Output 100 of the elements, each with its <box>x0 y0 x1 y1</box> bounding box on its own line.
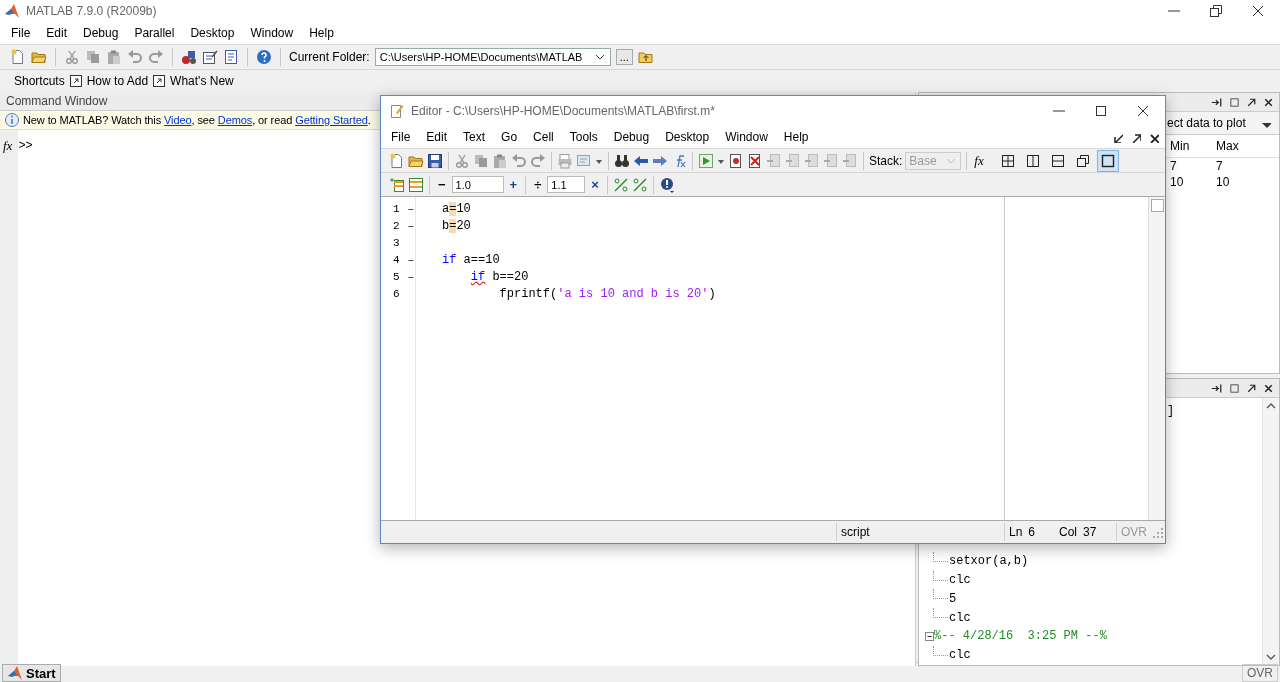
blocks-icon[interactable] <box>181 49 197 65</box>
close-icon[interactable] <box>1135 103 1151 119</box>
session-header[interactable]: %-- 4/28/16 3:25 PM --% <box>934 629 1107 644</box>
menu-item[interactable]: File <box>3 26 39 40</box>
info-icon <box>4 112 20 128</box>
menu-item[interactable]: Debug <box>75 26 127 40</box>
divide-button[interactable]: ÷ <box>531 177 545 192</box>
function-browser-button[interactable]: fx <box>3 138 13 154</box>
clear-breakpoint-icon[interactable] <box>747 152 763 169</box>
value-field[interactable]: 1.1 <box>547 176 586 193</box>
print-icon[interactable] <box>557 152 573 169</box>
menu-item[interactable]: Cell <box>525 130 562 144</box>
dock-icon[interactable] <box>1111 131 1123 143</box>
layout-single-icon[interactable] <box>1096 149 1119 172</box>
history-entry[interactable]: clc <box>949 573 971 587</box>
new-file-icon[interactable] <box>389 152 405 169</box>
scrollbar[interactable] <box>1148 197 1165 520</box>
start-button[interactable]: Start <box>2 664 61 682</box>
decrement-button[interactable]: − <box>435 177 449 192</box>
browse-button[interactable]: ... <box>615 49 633 65</box>
menu-item[interactable]: Parallel <box>126 26 183 40</box>
copy-icon[interactable] <box>85 49 101 65</box>
copy-icon[interactable] <box>473 152 489 169</box>
menu-item[interactable]: Help <box>775 130 817 144</box>
menu-item[interactable]: Edit <box>418 130 456 144</box>
menu-item[interactable]: Edit <box>38 26 76 40</box>
menu-item[interactable]: Desktop <box>657 130 718 144</box>
percent-icon[interactable] <box>631 176 648 193</box>
menu-item[interactable]: Text <box>455 130 494 144</box>
file-type: script <box>836 523 1004 541</box>
current-folder-field[interactable]: C:\Users\HP-HOME\Documents\MATLAB <box>374 48 611 66</box>
cut-icon[interactable] <box>64 49 80 65</box>
table-cell-text: 7 <box>1170 159 1178 173</box>
history-entry[interactable]: setxor(a,b) <box>949 554 1029 569</box>
percent-icon[interactable] <box>612 176 629 193</box>
history-entry[interactable]: clc <box>949 610 971 625</box>
scrollbar[interactable] <box>1262 398 1279 665</box>
menu-item[interactable]: Window <box>717 130 776 144</box>
table-cell-text: 10 <box>1216 175 1231 189</box>
breakpoint-marker[interactable]: – <box>407 270 415 283</box>
line-value: 6 <box>1028 525 1036 539</box>
menu-item[interactable]: Help <box>301 26 342 40</box>
undo-icon[interactable] <box>127 49 143 65</box>
history-entry[interactable]: 5 <box>949 591 957 606</box>
code-line: fprintf('a is 10 and b is 20') <box>499 286 716 301</box>
shortcut-icon[interactable] <box>68 74 83 88</box>
menu-item[interactable]: Go <box>493 130 526 144</box>
shortcut-link[interactable]: What's New <box>170 74 234 88</box>
breakpoint-marker[interactable]: – <box>407 253 415 266</box>
editor-document-icon <box>389 103 405 119</box>
value-field[interactable]: 1.0 <box>451 176 504 193</box>
notice-text: , or read <box>252 114 294 126</box>
multiply-button[interactable]: × <box>588 177 602 192</box>
undo-icon[interactable] <box>511 152 527 169</box>
set-breakpoint-icon[interactable] <box>728 152 744 169</box>
form-icon[interactable] <box>202 49 218 65</box>
code-line: b=20 <box>442 218 471 233</box>
insert-cell-icon[interactable] <box>389 176 405 193</box>
maximize-icon[interactable] <box>1093 103 1109 119</box>
paste-icon[interactable] <box>492 152 508 169</box>
increment-button[interactable]: + <box>506 177 521 192</box>
line-number: 6 <box>393 287 400 300</box>
function-browser-button[interactable]: fx <box>974 152 984 169</box>
column-header[interactable]: Max <box>1216 139 1266 153</box>
history-entry[interactable]: ] <box>1167 404 1175 419</box>
redo-icon[interactable] <box>530 152 546 169</box>
editor-title: Editor - C:\Users\HP-HOME\Documents\MATLAB\first.m* <box>411 104 716 118</box>
run-icon[interactable] <box>698 152 714 169</box>
dock-in-icon[interactable] <box>1211 95 1224 109</box>
menu-item[interactable]: Tools <box>561 130 606 144</box>
paste-icon[interactable] <box>106 49 122 65</box>
menu-item[interactable]: Desktop <box>182 26 243 40</box>
shortcut-icon[interactable] <box>152 74 167 88</box>
menu-item[interactable]: Debug <box>605 130 658 144</box>
save-icon[interactable] <box>427 152 443 169</box>
close-icon[interactable] <box>1147 131 1159 143</box>
dock-in-icon[interactable] <box>1211 381 1224 395</box>
close-icon[interactable] <box>1250 3 1266 19</box>
menu-item[interactable]: File <box>383 130 419 144</box>
document-icon[interactable] <box>223 49 239 65</box>
restore-icon[interactable] <box>1208 3 1224 19</box>
shortcut-link[interactable]: How to Add <box>86 74 149 88</box>
breakpoint-marker[interactable]: – <box>407 219 415 232</box>
history-entry[interactable]: clc <box>949 648 971 663</box>
redo-icon[interactable] <box>148 49 164 65</box>
combine-cells-icon[interactable] <box>408 176 424 193</box>
folder-up-icon[interactable] <box>637 49 654 65</box>
breakpoint-marker[interactable]: – <box>407 202 415 215</box>
column-header[interactable]: Min <box>1170 139 1216 153</box>
new-file-icon[interactable] <box>10 49 26 65</box>
find-icon[interactable] <box>614 152 630 169</box>
open-folder-icon[interactable] <box>31 49 47 65</box>
shortcuts-label[interactable]: Shortcuts <box>14 74 65 88</box>
notice-link[interactable]: Getting Started <box>295 114 368 126</box>
menu-item[interactable]: Window <box>242 26 302 40</box>
help-icon[interactable] <box>256 49 272 65</box>
notice-link[interactable]: Video <box>164 114 192 126</box>
info-icon[interactable] <box>658 176 675 193</box>
matlab-logo-icon <box>4 3 20 19</box>
cut-icon[interactable] <box>454 152 470 169</box>
